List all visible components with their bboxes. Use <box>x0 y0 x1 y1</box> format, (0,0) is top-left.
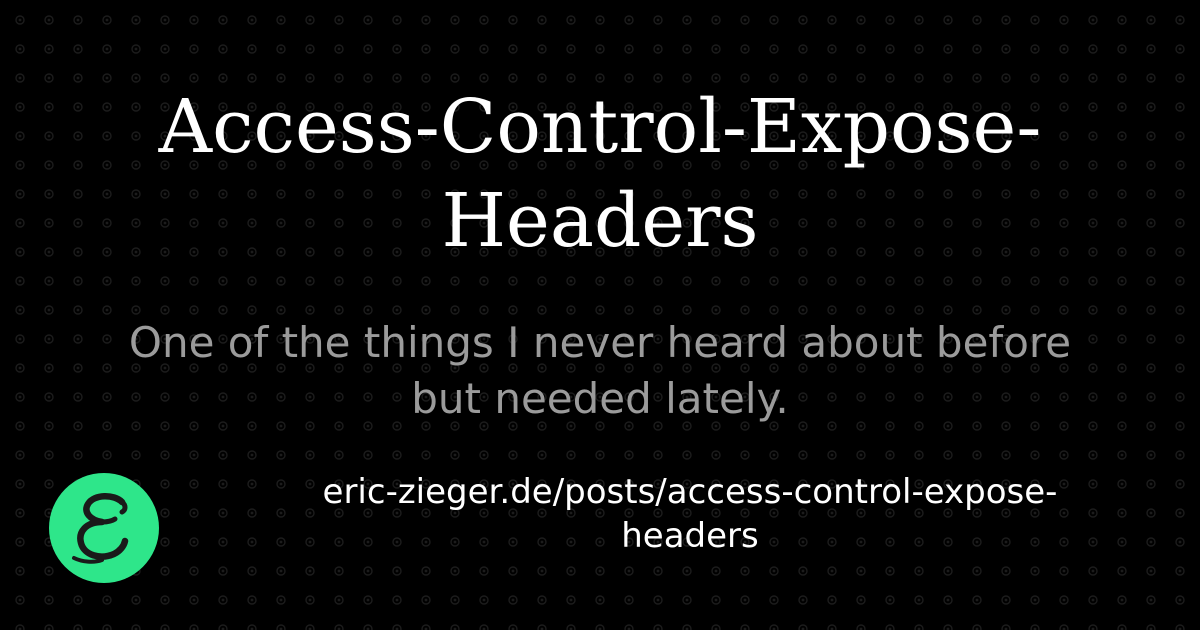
page-subtitle: One of the things I never heard about be… <box>40 315 1160 427</box>
script-e-logo-icon <box>49 473 159 583</box>
title-line: Headers <box>441 178 759 264</box>
url-line: headers <box>621 516 759 556</box>
url-line: eric-zieger.de/posts/access-control-expo… <box>322 472 1058 512</box>
title-line: Access-Control-Expose- <box>158 84 1042 170</box>
post-url[interactable]: eric-zieger.de/posts/access-control-expo… <box>180 470 1200 558</box>
subtitle-line: One of the things I never heard about be… <box>128 318 1072 367</box>
social-card: Access-Control-Expose- Headers One of th… <box>0 0 1200 630</box>
page-title: Access-Control-Expose- Headers <box>0 80 1200 268</box>
subtitle-line: but needed lately. <box>411 374 789 423</box>
